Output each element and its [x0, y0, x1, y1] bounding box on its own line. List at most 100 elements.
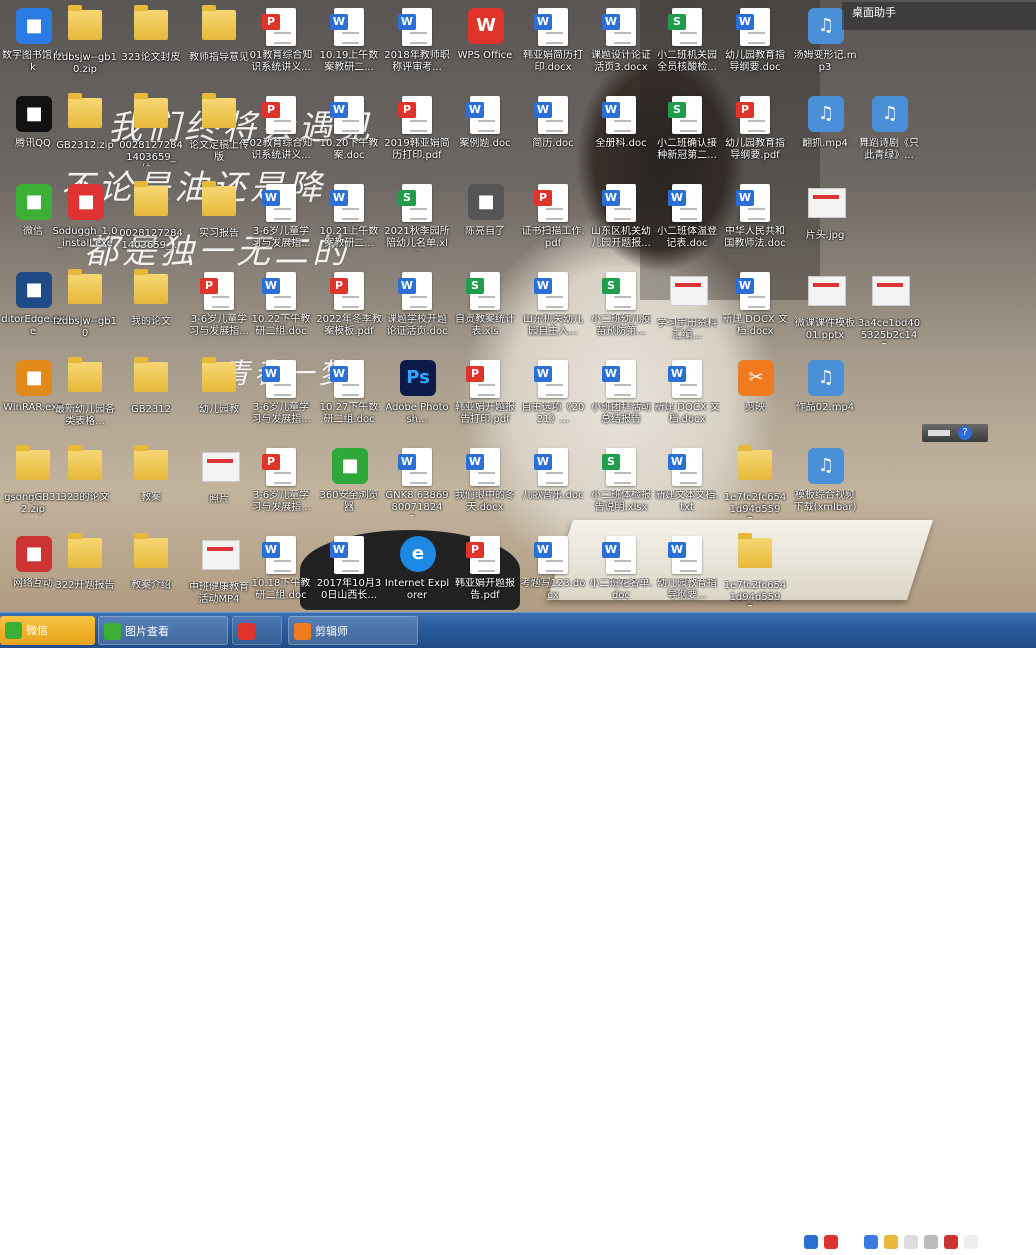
desktop-icon[interactable]: P 3-6岁儿童学习与发展指... — [248, 444, 314, 532]
desktop-icon[interactable]: W 课题学校开题论证活页.doc — [384, 268, 450, 356]
desktop-icon[interactable]: W 2017年10月30日山西长... — [316, 532, 382, 612]
desktop-icon[interactable]: W 10.22下午教研二组.doc — [248, 268, 314, 356]
desktop-icon[interactable]: W 案例题.doc — [452, 92, 518, 180]
desktop-icon[interactable]: GB2312.zip — [52, 92, 118, 180]
desktop-icon[interactable]: ♫ 作品02.mp4 — [792, 356, 858, 444]
tray-shield-icon[interactable] — [864, 1235, 878, 1249]
desktop-icon[interactable]: Ps Adobe Photosh... — [384, 356, 450, 444]
desktop-icon[interactable]: 最新幼儿园各类表格... — [52, 356, 118, 444]
desktop-icon[interactable]: W 课题设计论证活页3.docx — [588, 4, 654, 92]
tray-monitor-icon[interactable] — [904, 1235, 918, 1249]
desktop-icon[interactable]: P 证书扫描工作.pdf — [520, 180, 586, 268]
desktop-icon[interactable]: P 韩亚娟开题报告.pdf — [452, 532, 518, 612]
tray-app-icon[interactable] — [804, 1235, 818, 1249]
desktop-icon[interactable]: S 小二班机关园全员核酸检... — [654, 4, 720, 92]
desktop-icon[interactable]: 教案 — [118, 444, 184, 532]
desktop-icon[interactable]: 幼儿园教 — [186, 356, 252, 444]
desktop-icon[interactable]: W 小二班花名单.doc — [588, 532, 654, 612]
desktop-icon[interactable]: 322开题报告 — [52, 532, 118, 612]
desktop-icon[interactable]: W 全册科.doc — [588, 92, 654, 180]
desktop-icon[interactable]: e Internet Explorer — [384, 532, 450, 612]
desktop-icon[interactable]: P 2022年冬季教案模板.pdf — [316, 268, 382, 356]
desktop-icon[interactable]: W 10.18下午教研二组.doc — [248, 532, 314, 612]
desktop-icon[interactable]: ♫ 模板综合视频下载(xmlbar) — [792, 444, 858, 532]
desktop-icon[interactable]: W 新建 DOCX 文档.docx — [722, 268, 788, 356]
taskbar-clock[interactable]: 21:39 2022/7/1 — [984, 1227, 1036, 1255]
desktop-icon[interactable]: 实习报告 — [186, 180, 252, 268]
desktop-icon[interactable]: P 3-6岁儿童学习与发展指... — [186, 268, 252, 356]
desktop-icon[interactable]: W WPS Office — [452, 4, 518, 92]
desktop-icon[interactable]: W 幼儿园教育指导纲要.doc — [722, 4, 788, 92]
desktop-icon[interactable]: W 儿歌音乐.doc — [520, 444, 586, 532]
desktop-icon[interactable]: W 幼儿园教育指导纲要... — [654, 532, 720, 612]
desktop-icon[interactable]: W 10.27下午数研二组.doc — [316, 356, 382, 444]
sound-widget[interactable]: ? — [922, 424, 988, 442]
desktop-icon[interactable]: S 小二班幼儿疫苗预防第... — [588, 268, 654, 356]
desktop-icon[interactable]: WGNK8 63869800718243... — [384, 444, 450, 532]
desktop-helper-widget[interactable]: 桌面助手 — [842, 2, 1036, 30]
desktop-icon[interactable]: W 10.21上午数案教研二... — [316, 180, 382, 268]
desktop-icon[interactable]: W 山东机关幼儿园自主入... — [520, 268, 586, 356]
desktop-icon[interactable]: 学习手册资料汇编... — [654, 268, 720, 356]
taskbar-item-wechat[interactable]: 微信 — [0, 616, 95, 645]
desktop-icon[interactable]: W 小二班体温登记表.doc — [654, 180, 720, 268]
desktop-icon[interactable]: W 10.20下午教案.doc — [316, 92, 382, 180]
desktop-icon[interactable]: ♫ 舞蹈诗剧《只此青绿》... — [856, 92, 922, 180]
tray-wps-icon[interactable] — [824, 1235, 838, 1249]
desktop-icon[interactable]: 我的论文 — [118, 268, 184, 356]
desktop-icon[interactable]: 片头.jpg — [792, 180, 858, 268]
desktop-icon[interactable]: W 山东区机关幼儿园开题报... — [588, 180, 654, 268]
desktop-icon[interactable]: ■ 陈亮自了 — [452, 180, 518, 268]
desktop-icon[interactable]: 教案介绍 — [118, 532, 184, 612]
desktop-icon[interactable]: P 01教育综合知识系统讲义... — [248, 4, 314, 92]
desktop-icon[interactable]: W 小班团拜活动总结报告 — [588, 356, 654, 444]
desktop-icon[interactable]: 1e7fc2fc6541d94d5595... — [722, 532, 788, 612]
tray-antivirus-icon[interactable] — [944, 1235, 958, 1249]
desktop-icon[interactable]: 照片 — [186, 444, 252, 532]
desktop-icon[interactable]: fzdbsjw--gb10 — [52, 268, 118, 356]
desktop-icon[interactable]: ■ 360安全浏览器 — [316, 444, 382, 532]
desktop-icon[interactable]: 00281272841403659_... — [118, 180, 184, 268]
taskbar-item-editor[interactable]: 剪辑师 — [288, 616, 418, 645]
desktop-icon[interactable]: W 韩亚娟简历打印.docx — [520, 4, 586, 92]
desktop-icon[interactable]: W 简历.doc — [520, 92, 586, 180]
tray-network-icon[interactable] — [924, 1235, 938, 1249]
desktop-icon[interactable]: 323论文封皮 — [118, 4, 184, 92]
desktop-icon[interactable]: P 2019韩亚娟简历打印.pdf — [384, 92, 450, 180]
desktop-icon[interactable]: fzdbsjw--gb10.zip — [52, 4, 118, 92]
taskbar-item-image-viewer[interactable]: 图片查看 — [98, 616, 228, 645]
desktop-icon[interactable]: P 02教育综合知识系统讲义... — [248, 92, 314, 180]
desktop-icon[interactable]: 论文定稿上传版 — [186, 92, 252, 180]
desktop-icon[interactable]: S 小二班体检报告说明.xlsx — [588, 444, 654, 532]
desktop-icon[interactable]: ■ Soduggh_1.0_install.exe — [52, 180, 118, 268]
desktop-icon[interactable]: W 3-6岁儿童学习与发展指... — [248, 180, 314, 268]
desktop-icon[interactable]: S 自贡教案统计表.xls — [452, 268, 518, 356]
desktop-icon[interactable]: 微课课件模板01.pptx — [792, 268, 858, 356]
desktop-icon[interactable]: W 中华人民共和国教师法.doc — [722, 180, 788, 268]
desktop-icon[interactable]: W 自主选项《2021》... — [520, 356, 586, 444]
tray-volume-icon[interactable] — [964, 1235, 978, 1249]
desktop-icon[interactable]: S 小二班确认接种新冠第二... — [654, 92, 720, 180]
desktop-icon[interactable]: ♫ 翻抓.mp4 — [792, 92, 858, 180]
desktop-icon[interactable]: W 3-6岁儿童学习与发展指... — [248, 356, 314, 444]
desktop-icon[interactable]: W 新建 DOCX 文档.docx — [654, 356, 720, 444]
desktop-icon[interactable]: W 10.19上午数案教研二... — [316, 4, 382, 92]
desktop-icon[interactable]: P 韩亚娟开题报告打印.pdf — [452, 356, 518, 444]
desktop-icon[interactable]: 00281272841403659_幼... — [118, 92, 184, 180]
desktop-icon[interactable]: S2021秋季园所陪幼儿名单.xls — [384, 180, 450, 268]
desktop-icon[interactable]: 3a4ce1bd405325b2c147... — [856, 268, 922, 356]
taskbar-item-wps[interactable] — [232, 616, 282, 645]
desktop-icon[interactable]: 中班健康教育活动MP4 — [186, 532, 252, 612]
desktop-icon[interactable]: W 我们眼中的冬天.docx — [452, 444, 518, 532]
volume-icon[interactable] — [928, 430, 950, 436]
desktop-icon[interactable]: ✂ 剪映 — [722, 356, 788, 444]
desktop-icon[interactable]: 1e7fc2fc6541d94d5595... — [722, 444, 788, 532]
desktop-icon[interactable]: W 考题写123.docx — [520, 532, 586, 612]
desktop-icon[interactable]: GB2312 — [118, 356, 184, 444]
desktop-icon[interactable]: W 新建文本文档.txt — [654, 444, 720, 532]
desktop-icon[interactable]: W 2018年教师职称评审考... — [384, 4, 450, 92]
desktop-icon[interactable]: 323的论文 — [52, 444, 118, 532]
tray-app2-icon[interactable] — [884, 1235, 898, 1249]
help-icon[interactable]: ? — [958, 426, 972, 440]
desktop-icon[interactable]: P 幼儿园教育指导纲要.pdf — [722, 92, 788, 180]
